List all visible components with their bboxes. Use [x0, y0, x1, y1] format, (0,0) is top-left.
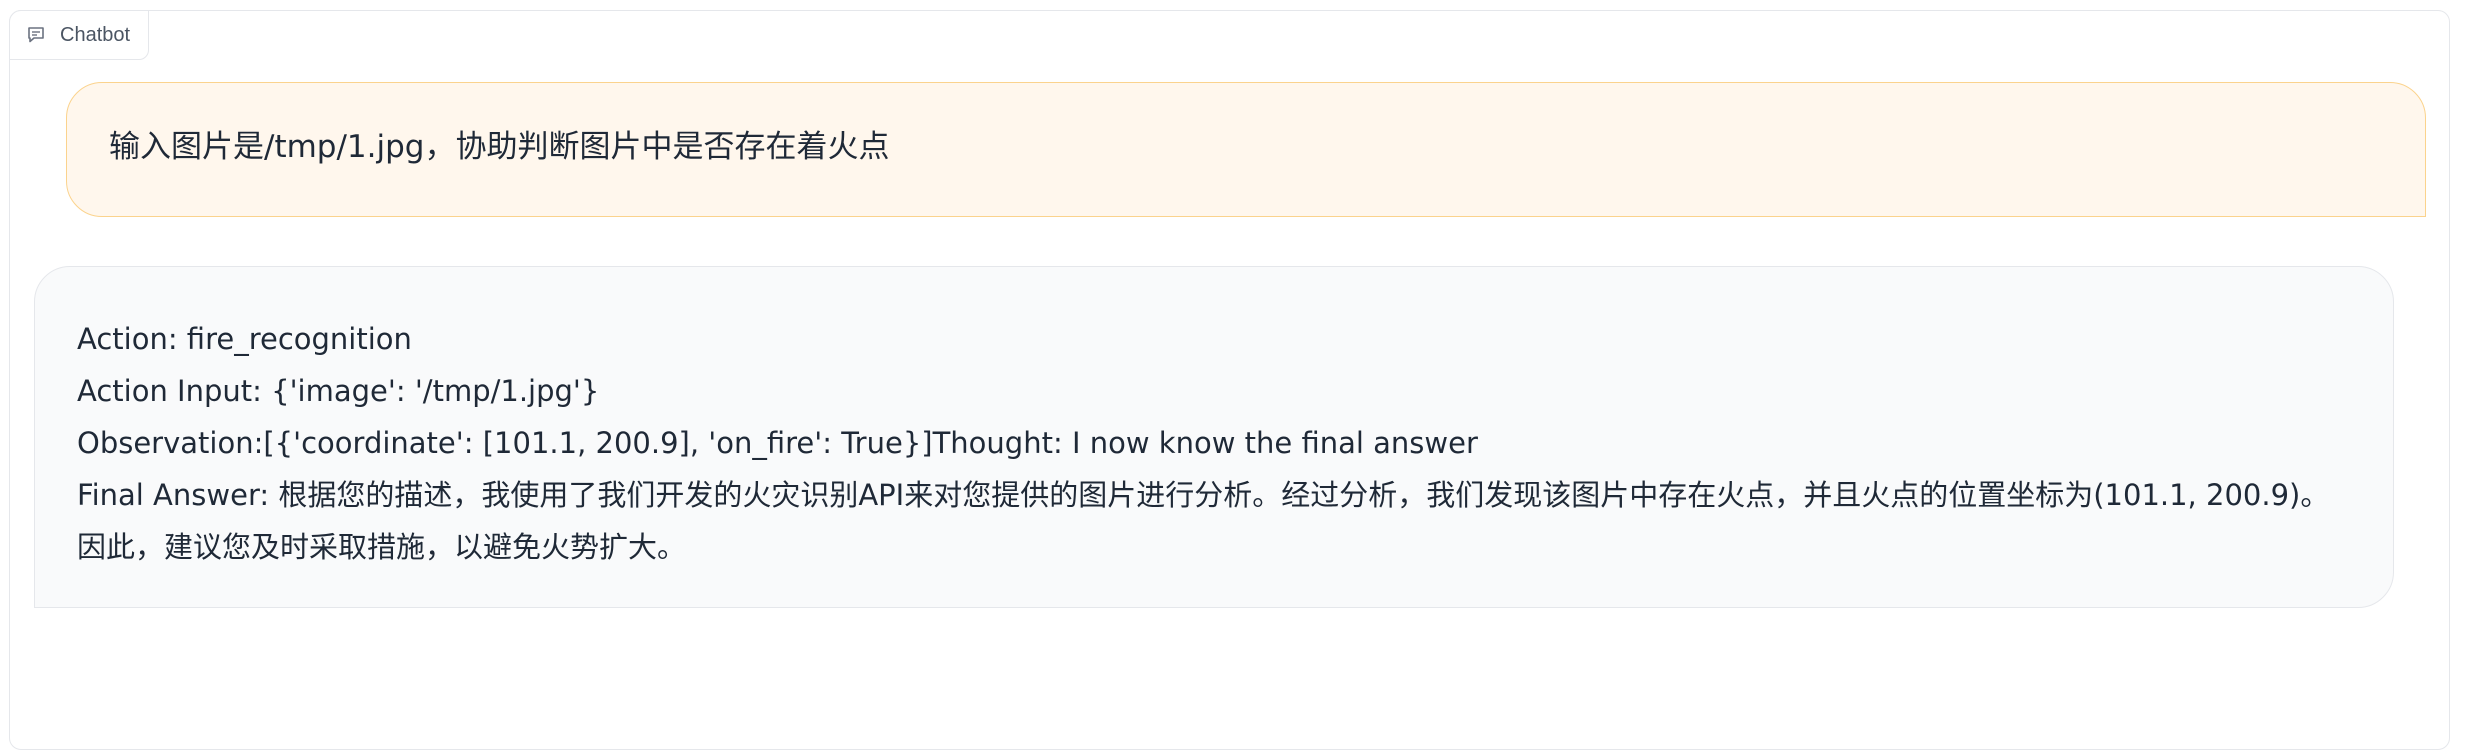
bot-message: Action: fire_recognition Action Input: {…: [34, 266, 2394, 608]
user-message-text: 输入图片是/tmp/1.jpg，协助判断图片中是否存在着火点: [109, 129, 890, 165]
user-message: 输入图片是/tmp/1.jpg，协助判断图片中是否存在着火点: [66, 82, 2426, 217]
bot-message-line-action: Action: fire_recognition: [77, 322, 412, 356]
bot-message-line-final-answer: Final Answer: 根据您的描述，我使用了我们开发的火灾识别API来对您…: [77, 478, 2330, 564]
chatbot-label-text: Chatbot: [60, 23, 131, 46]
chatbot-label: Chatbot: [9, 10, 150, 60]
bot-message-line-observation: Observation:[{'coordinate': [101.1, 200.…: [77, 426, 1478, 460]
bot-message-line-action-input: Action Input: {'image': '/tmp/1.jpg'}: [77, 374, 600, 408]
chat-bubble-icon: [26, 25, 46, 45]
